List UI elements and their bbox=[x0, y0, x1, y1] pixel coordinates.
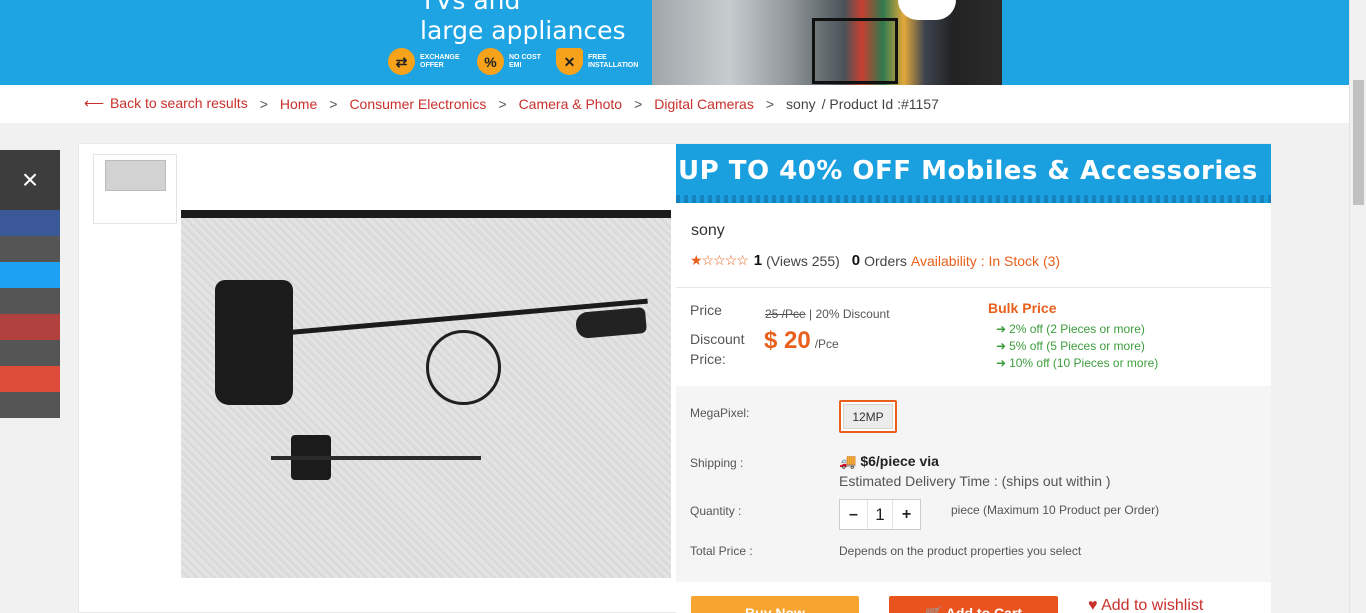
banner-headline-line2: large appliances bbox=[420, 16, 626, 45]
share-button-4[interactable] bbox=[0, 288, 60, 314]
thumbnail-image bbox=[105, 160, 166, 191]
discount-price: $ 20/Pce bbox=[764, 327, 839, 354]
quantity-increase-button[interactable]: + bbox=[893, 500, 920, 529]
discount-price-label: Discount Price: bbox=[690, 331, 745, 367]
promo-text: UP TO 40% OFF Mobiles & Accessories bbox=[678, 156, 1258, 186]
quantity-note: piece (Maximum 10 Product per Order) bbox=[951, 503, 1160, 517]
facebook-share-button[interactable] bbox=[0, 210, 60, 236]
bulk-price-item: ➜ 5% off (5 Pieces or more) bbox=[996, 339, 1145, 353]
share-button-8[interactable] bbox=[0, 392, 60, 418]
quantity-decrease-button[interactable]: – bbox=[840, 500, 867, 529]
breadcrumb-current: sony bbox=[786, 95, 816, 112]
bulk-price-list: ➜ 2% off (2 Pieces or more) ➜ 5% off (5 Pi… bbox=[996, 321, 1158, 372]
banner-feature-installation: ✕ FREE INSTALLATION bbox=[556, 48, 666, 75]
scrollbar-thumb[interactable] bbox=[1353, 80, 1364, 205]
exchange-icon: ⇄ bbox=[388, 48, 415, 75]
back-to-search-link[interactable]: ⟵ Back to search results bbox=[84, 95, 248, 112]
quantity-label: Quantity : bbox=[690, 504, 742, 518]
rating-value: 1 bbox=[753, 252, 763, 269]
promo-banner[interactable]: UP TO 40% OFF Mobiles & Accessories bbox=[676, 144, 1271, 203]
orders-count: 0 bbox=[851, 252, 861, 269]
page-scrollbar[interactable] bbox=[1349, 0, 1366, 613]
product-title: sony bbox=[691, 222, 725, 239]
quantity-input[interactable]: 1 bbox=[867, 500, 893, 529]
orders-label: Orders bbox=[864, 252, 907, 269]
availability-status: Availability : In Stock (3) bbox=[910, 252, 1061, 269]
total-price-note: Depends on the product properties you se… bbox=[839, 544, 1082, 558]
views-count: (Views 255) bbox=[766, 252, 840, 269]
product-photo-lamp bbox=[215, 280, 293, 405]
divider bbox=[676, 287, 1271, 288]
quantity-stepper: – 1 + bbox=[839, 499, 921, 530]
megapixel-value: 12MP bbox=[843, 404, 893, 429]
breadcrumb-bar: ⟵ Back to search results > Home > Consum… bbox=[0, 85, 1349, 123]
product-id: / Product Id :#1157 bbox=[821, 95, 939, 112]
delivery-estimate: Estimated Delivery Time : (ships out wit… bbox=[839, 473, 1111, 489]
product-info-panel: sony ★☆☆☆☆ 1 (Views 255) 0 Orders Availa… bbox=[676, 203, 1271, 613]
twitter-share-button[interactable] bbox=[0, 262, 60, 288]
breadcrumb-camera-photo[interactable]: Camera & Photo bbox=[519, 96, 623, 112]
bulk-price-item: ➜ 10% off (10 Pieces or more) bbox=[996, 356, 1159, 370]
product-options-panel: MegaPixel: 12MP Shipping : 🚚 $6/piece vi… bbox=[676, 386, 1271, 582]
social-share-sidebar: × bbox=[0, 150, 60, 418]
pinterest-share-button[interactable] bbox=[0, 314, 60, 340]
back-arrow-icon: ⟵ bbox=[84, 95, 105, 111]
shipping-value: 🚚 $6/piece via bbox=[839, 453, 939, 469]
megapixel-option-selected[interactable]: 12MP bbox=[839, 400, 897, 433]
arrow-right-icon: ➜ bbox=[996, 339, 1007, 353]
banner-headline: TVs and large appliances bbox=[420, 0, 626, 46]
product-thumbnail[interactable] bbox=[93, 154, 177, 224]
bulk-price-item: ➜ 2% off (2 Pieces or more) bbox=[996, 322, 1145, 336]
share-button-6[interactable] bbox=[0, 340, 60, 366]
discount-percent: | 20% Discount bbox=[809, 307, 890, 321]
tools-icon: ✕ bbox=[556, 48, 583, 75]
shipping-label: Shipping : bbox=[690, 456, 744, 470]
original-price: 25 /Pce | 20% Discount bbox=[765, 307, 890, 321]
breadcrumb-consumer-electronics[interactable]: Consumer Electronics bbox=[349, 96, 486, 112]
rating-row: ★☆☆☆☆ 1 (Views 255) 0 Orders Availabilit… bbox=[690, 252, 1060, 269]
price-label: Price bbox=[690, 302, 722, 318]
share-button-2[interactable] bbox=[0, 236, 60, 262]
product-main-image[interactable] bbox=[181, 210, 671, 578]
buy-now-button[interactable]: Buy Now bbox=[691, 596, 859, 613]
cart-icon: 🛒 bbox=[924, 605, 943, 613]
arrow-right-icon: ➜ bbox=[996, 322, 1007, 336]
add-to-cart-button[interactable]: 🛒 Add to Cart bbox=[889, 596, 1058, 613]
percent-icon: % bbox=[477, 48, 504, 75]
close-icon[interactable]: × bbox=[0, 150, 60, 210]
truck-icon: 🚚 bbox=[839, 453, 857, 469]
star-rating-icon[interactable]: ★☆☆☆☆ bbox=[690, 252, 749, 269]
breadcrumb-digital-cameras[interactable]: Digital Cameras bbox=[654, 96, 754, 112]
bulk-price-title: Bulk Price bbox=[988, 300, 1057, 316]
banner-headline-line1: TVs and bbox=[420, 0, 521, 15]
top-banner[interactable]: TVs and large appliances ⇄ EXCHANGE OFFER… bbox=[0, 0, 1349, 85]
add-to-wishlist-link[interactable]: ♥ Add to wishlist bbox=[1088, 597, 1203, 613]
megapixel-label: MegaPixel: bbox=[690, 406, 750, 420]
arrow-right-icon: ➜ bbox=[996, 356, 1007, 370]
heart-icon: ♥ bbox=[1088, 597, 1098, 613]
google-plus-share-button[interactable] bbox=[0, 366, 60, 392]
total-price-label: Total Price : bbox=[690, 544, 753, 558]
breadcrumb: ⟵ Back to search results > Home > Consum… bbox=[84, 95, 939, 112]
breadcrumb-home[interactable]: Home bbox=[280, 96, 317, 112]
